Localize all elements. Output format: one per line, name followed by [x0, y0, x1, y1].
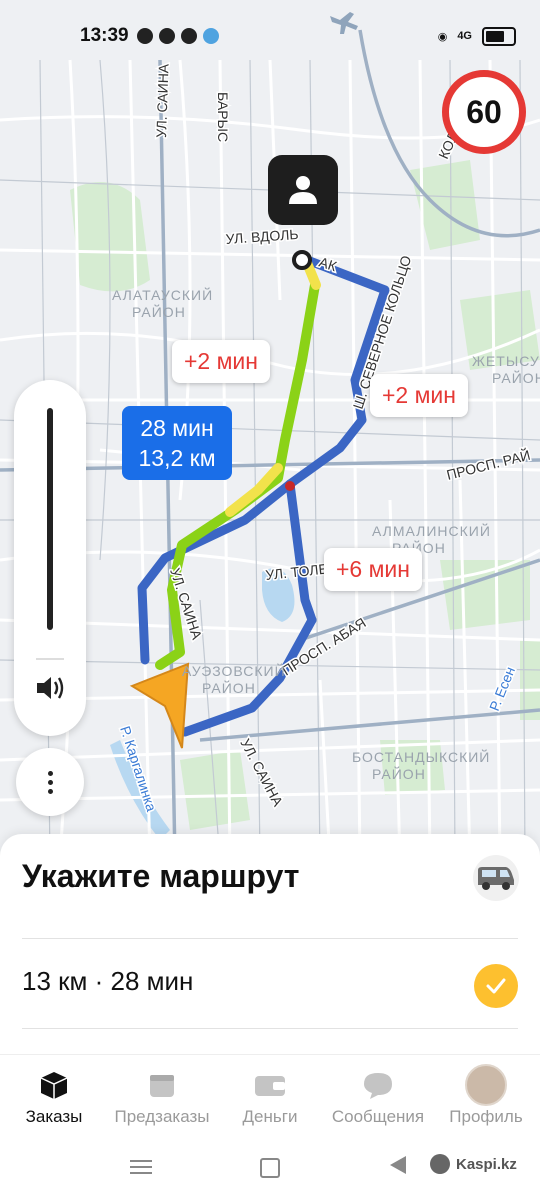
tab-money[interactable]: Деньги	[216, 1055, 324, 1137]
district-label-bostandyk: РАЙОН	[372, 765, 426, 782]
notification-icons	[136, 28, 219, 44]
whatsapp-icon	[136, 28, 153, 44]
tab-profile[interactable]: Профиль	[432, 1055, 540, 1137]
district-label-bostandyk: БОСТАНДЫКСКИЙ	[352, 748, 490, 765]
main-route-distance: 13,2 км	[138, 445, 216, 471]
more-options-button[interactable]	[16, 748, 84, 816]
network-label: 4G	[457, 30, 472, 42]
map-controls-panel	[14, 380, 86, 736]
divider	[22, 938, 518, 939]
street-label-barys: БАРЫС	[215, 92, 231, 142]
dot	[47, 788, 53, 794]
tab-label: Деньги	[242, 1107, 298, 1126]
district-label-auezov: РАЙОН	[202, 679, 256, 696]
main-route-label[interactable]: 28 мин 13,2 км	[122, 406, 232, 480]
route-junction-marker	[285, 481, 295, 491]
system-navigation-bar: Kaspi.kz	[0, 1136, 540, 1200]
dot	[47, 770, 53, 776]
route-selected-check[interactable]	[474, 964, 518, 1008]
zoom-slider[interactable]	[47, 408, 53, 630]
avatar	[465, 1064, 507, 1106]
status-time: 13:39	[80, 25, 129, 46]
checkmark-icon	[486, 978, 506, 994]
speed-limit-value: 60	[466, 93, 502, 130]
district-label-auezov: АУЭЗОВСКИЙ	[182, 662, 286, 679]
tab-label: Профиль	[449, 1107, 523, 1126]
bottom-tab-bar: Заказы Предзаказы Деньги Сообщения Профи…	[0, 1054, 540, 1137]
status-right-icons: ◉ 4G	[437, 26, 516, 46]
tab-orders[interactable]: Заказы	[0, 1055, 108, 1137]
chat-icon	[158, 28, 175, 44]
main-route-time: 28 мин	[140, 415, 214, 441]
van-icon[interactable]	[472, 854, 520, 902]
location-icon: ◉	[437, 30, 448, 43]
back-button[interactable]	[390, 1156, 406, 1174]
tab-preorders[interactable]: Предзаказы	[108, 1055, 216, 1137]
tab-label: Предзаказы	[114, 1107, 210, 1126]
watermark-text: Kaspi.kz	[456, 1155, 517, 1173]
district-label-almaly: АЛМАЛИНСКИЙ	[372, 522, 491, 539]
street-label-saina_top: УЛ. САИНА	[153, 63, 172, 138]
tab-label: Сообщения	[331, 1107, 425, 1126]
home-button[interactable]	[260, 1158, 280, 1178]
profile-avatar	[465, 1064, 507, 1106]
district-label-alatau: РАЙОН	[132, 303, 186, 320]
battery-icon	[482, 26, 516, 46]
sheet-title: Укажите маршрут	[22, 858, 300, 894]
wallet-icon	[253, 1069, 287, 1101]
route-summary: 13 км · 28 мин	[22, 966, 194, 996]
district-label-zhetysu: РАЙОН	[492, 369, 540, 386]
dot	[47, 779, 53, 785]
district-label-zhetysu: ЖЕТЫСУСК	[472, 353, 540, 369]
status-bar: 13:39 ◉ 4G	[0, 0, 540, 72]
app-notification-icon	[180, 28, 197, 44]
alt-route-label-1[interactable]: +2 мин	[172, 340, 270, 383]
weather-icon	[202, 28, 219, 44]
speed-limit-sign: 60	[442, 70, 526, 154]
person-icon	[289, 176, 317, 204]
calendar-icon	[146, 1069, 178, 1101]
district-label-alatau: АЛАТАУСКИЙ	[112, 286, 213, 303]
destination-pin-icon[interactable]	[268, 155, 338, 225]
alt-route-label-2[interactable]: +2 мин	[370, 374, 468, 417]
volume-icon[interactable]	[34, 668, 66, 708]
kaspi-logo-icon	[430, 1154, 450, 1174]
box-icon	[38, 1069, 70, 1101]
tab-label: Заказы	[25, 1107, 83, 1126]
controls-divider	[36, 658, 64, 660]
recent-apps-button[interactable]	[130, 1156, 152, 1176]
message-icon	[362, 1069, 394, 1101]
alt-route-label-3[interactable]: +6 мин	[324, 548, 422, 591]
tab-messages[interactable]: Сообщения	[324, 1055, 432, 1137]
route-start-point	[292, 250, 312, 270]
divider	[22, 1028, 518, 1029]
watermark: Kaspi.kz	[430, 1154, 517, 1174]
